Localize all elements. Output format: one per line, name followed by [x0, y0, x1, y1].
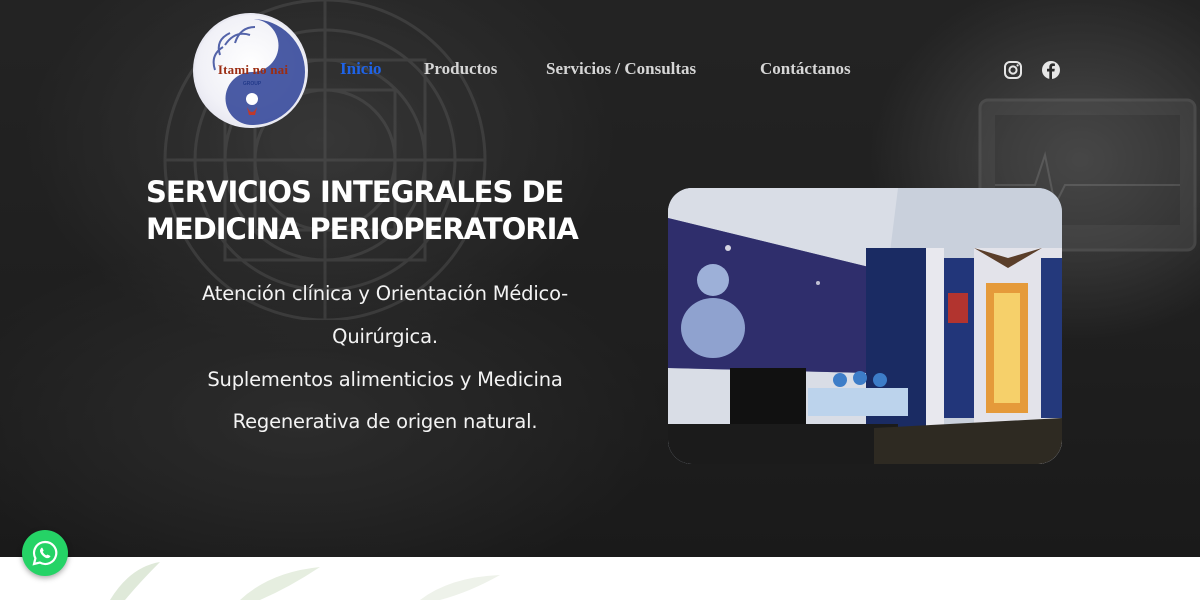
whatsapp-button[interactable]	[22, 530, 68, 576]
hero-headline-line-1: SERVICIOS INTEGRALES DE	[146, 175, 564, 209]
nav-item-inicio[interactable]: Inicio	[340, 59, 382, 79]
hero-body-line-2: Quirúrgica.	[332, 325, 438, 348]
hero-headline: SERVICIOS INTEGRALES DE MEDICINA PERIOPE…	[146, 174, 616, 248]
hero-body-line-3: Suplementos alimenticios y Medicina	[207, 368, 563, 391]
nav-item-servicios-consultas[interactable]: Servicios / Consultas	[546, 59, 696, 79]
instagram-icon[interactable]	[1003, 60, 1023, 80]
nav-item-contactanos[interactable]: Contáctanos	[760, 59, 851, 79]
next-section-band	[0, 557, 1200, 600]
hero-headline-line-2: MEDICINA PERIOPERATORIA	[146, 212, 579, 246]
clinic-interior-photo	[668, 188, 1062, 464]
whatsapp-icon	[32, 540, 58, 566]
logo-name: Itami no nai	[217, 62, 289, 77]
nav-item-productos[interactable]: Productos	[424, 59, 497, 79]
leaf-decoration-image	[110, 562, 500, 600]
hero-body-line-1: Atención clínica y Orientación Médico-	[202, 282, 568, 305]
logo-tagline: GROUP	[242, 81, 262, 87]
hero-body-line-4: Regenerativa de origen natural.	[232, 410, 538, 433]
brand-logo[interactable]: Itami no nai GROUP	[193, 13, 308, 128]
facebook-icon[interactable]	[1041, 60, 1061, 80]
